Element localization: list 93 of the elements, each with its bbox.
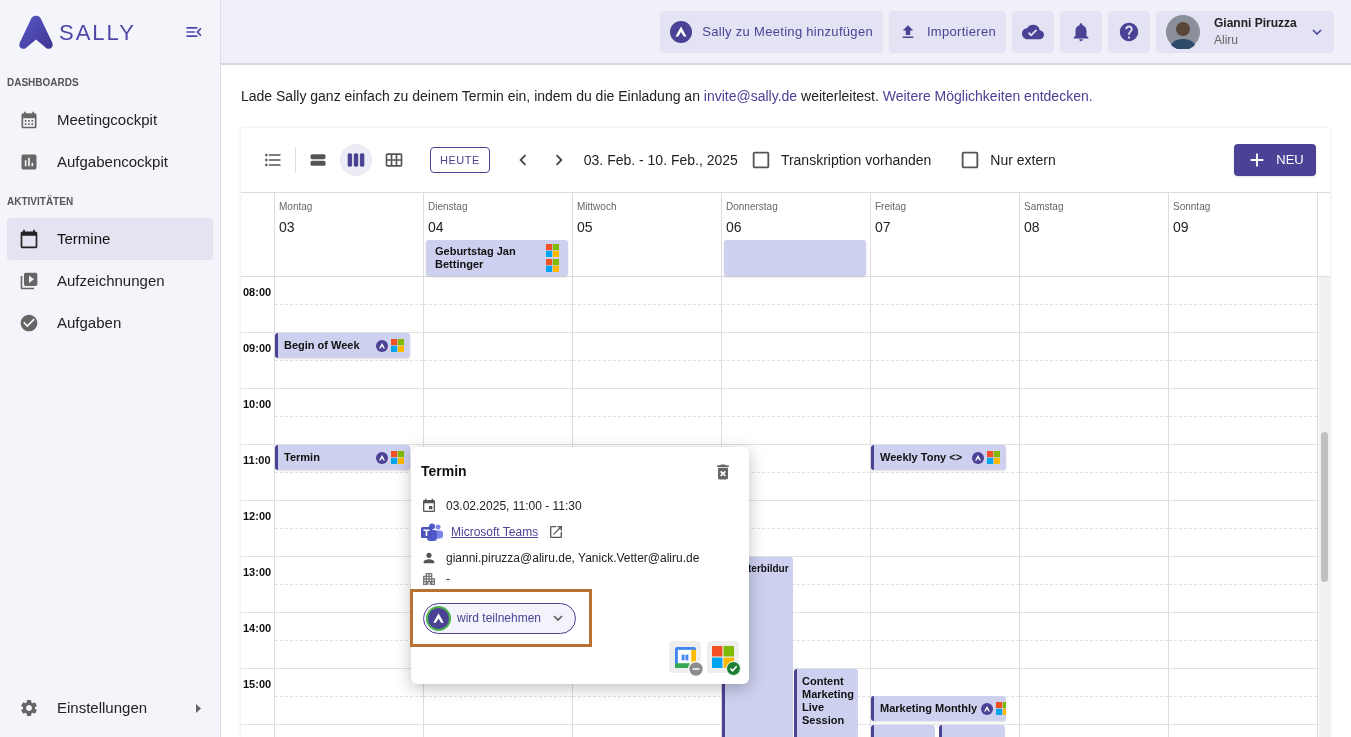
time-label: 10:00: [243, 398, 272, 410]
new-button[interactable]: NEU: [1234, 144, 1316, 176]
settings-item[interactable]: Einstellungen: [7, 686, 213, 730]
external-link-icon[interactable]: [548, 524, 565, 540]
settings-icon: [19, 698, 39, 718]
weekday-label: Freitag: [875, 200, 908, 214]
columns-icon: [346, 150, 366, 170]
calendar-event[interactable]: Marketing Monthly: [871, 696, 1006, 721]
sally-icon: [981, 702, 994, 715]
info-text: Lade Sally ganz einfach zu deinem Termin ein, indem du die Einladung an invite@sally.de weiterleitest. Weitere Möglichkeiten entdecken.: [240, 87, 1094, 106]
sally-icon: [670, 20, 693, 43]
time-label: 14:00: [243, 622, 272, 634]
date-range: 03. Feb. - 10. Feb., 2025: [583, 150, 738, 170]
time-label: 13:00: [243, 566, 272, 578]
day-number: 03: [279, 218, 296, 237]
icon-button[interactable]: [1012, 10, 1054, 53]
toolbar-button[interactable]: Sally zu Meeting hinzufügen: [660, 10, 883, 53]
help-icon: [1118, 20, 1140, 43]
weekday-label: Samstag: [1024, 200, 1065, 214]
calendar-event[interactable]: Termin: [275, 445, 410, 470]
person-icon: [421, 550, 437, 566]
chart-icon: [19, 152, 39, 172]
nav-item[interactable]: Aufgaben: [7, 302, 213, 344]
windows-icon: [987, 451, 1000, 464]
room: -: [446, 572, 450, 586]
windows-icon: [546, 259, 559, 272]
avatar: [1166, 14, 1200, 49]
time-label: 12:00: [243, 510, 272, 522]
sally-icon: [972, 451, 984, 464]
windows-icon: [996, 702, 1006, 715]
sally-icon: [428, 607, 449, 629]
video-library-icon: [19, 271, 39, 291]
user-org: Aliru: [1214, 31, 1239, 49]
day-number: 09: [1173, 218, 1190, 237]
today-button[interactable]: HEUTE: [430, 147, 490, 173]
toolbar-button[interactable]: Importieren: [888, 10, 1006, 53]
day-number: 08: [1024, 218, 1041, 237]
windows-icon: [391, 339, 404, 352]
day-number: 05: [577, 218, 594, 237]
filter-checkbox[interactable]: Nur extern: [959, 149, 1056, 171]
section-heading: AKTIVITÄTEN: [6, 194, 75, 209]
attendance-dropdown[interactable]: wird teilnehmen: [423, 602, 577, 634]
columns-view-button[interactable]: [340, 144, 372, 176]
windows-icon: [391, 451, 404, 464]
meeting-link[interactable]: Microsoft Teams: [451, 523, 539, 541]
chevron-down-icon: [553, 615, 564, 621]
nav-item[interactable]: Termine: [7, 218, 213, 260]
calendar-icon: [421, 498, 437, 514]
calendar-event[interactable]: Weekly Tony <>: [871, 445, 1006, 470]
all-day-event[interactable]: Geburtstag Jan Bettinger: [426, 240, 568, 276]
check-badge-icon: [726, 661, 741, 676]
day-number: 04: [428, 218, 445, 237]
windows-icon: [546, 244, 559, 257]
logo-text: SALLY: [59, 18, 136, 47]
sally-logo-icon: [17, 13, 55, 51]
attendees: gianni.piruzza@aliru.de, Yanick.Vetter@aliru.de: [446, 550, 700, 567]
info-link[interactable]: Weitere Möglichkeiten entdecken.: [882, 88, 1093, 104]
calendar-event[interactable]: Content Marketing Live Session: [794, 669, 858, 737]
teams-icon: [421, 523, 443, 541]
user-menu[interactable]: Gianni Piruzza Aliru: [1156, 10, 1334, 53]
calendar-event[interactable]: Begin of Week: [275, 333, 410, 358]
icon-button[interactable]: [1060, 10, 1102, 53]
chevron-down-icon: [1312, 28, 1322, 35]
nav-item[interactable]: Meetingcockpit: [7, 99, 213, 141]
user-name: Gianni Piruzza: [1214, 14, 1298, 32]
caret-icon: [196, 703, 201, 713]
time-label: 11:00: [243, 454, 271, 466]
section-heading: DASHBOARDS: [6, 76, 80, 90]
scrollbar[interactable]: [1319, 277, 1330, 737]
weekday-label: Sonntag: [1173, 200, 1212, 214]
weekday-label: Montag: [279, 200, 314, 214]
calendar-icon: [19, 229, 39, 249]
info-link[interactable]: invite@sally.de: [703, 88, 798, 104]
popover-title: Termin: [421, 462, 467, 481]
time-label: 09:00: [243, 342, 272, 354]
weekday-label: Mittwoch: [577, 200, 618, 214]
building-icon: [421, 572, 437, 586]
time-label: 08:00: [243, 286, 272, 298]
grid-icon: [384, 150, 404, 170]
time-label: 15:00: [243, 678, 272, 690]
nav-item[interactable]: Aufgabencockpit: [7, 141, 213, 183]
calendar-icon: [19, 110, 39, 130]
minus-badge-icon: [688, 661, 704, 677]
sally-icon: [376, 339, 388, 352]
icon-button[interactable]: [1108, 10, 1150, 53]
filter-checkbox[interactable]: Transkription vorhanden: [749, 149, 932, 171]
sally-icon: [376, 451, 388, 464]
weekday-label: Dienstag: [428, 200, 469, 214]
day-number: 06: [726, 218, 743, 237]
day-number: 07: [875, 218, 892, 237]
weekday-label: Donnerstag: [726, 200, 779, 214]
event-datetime: 03.02.2025, 11:00 - 11:30: [446, 498, 582, 515]
nav-item[interactable]: Aufzeichnungen: [7, 260, 213, 302]
